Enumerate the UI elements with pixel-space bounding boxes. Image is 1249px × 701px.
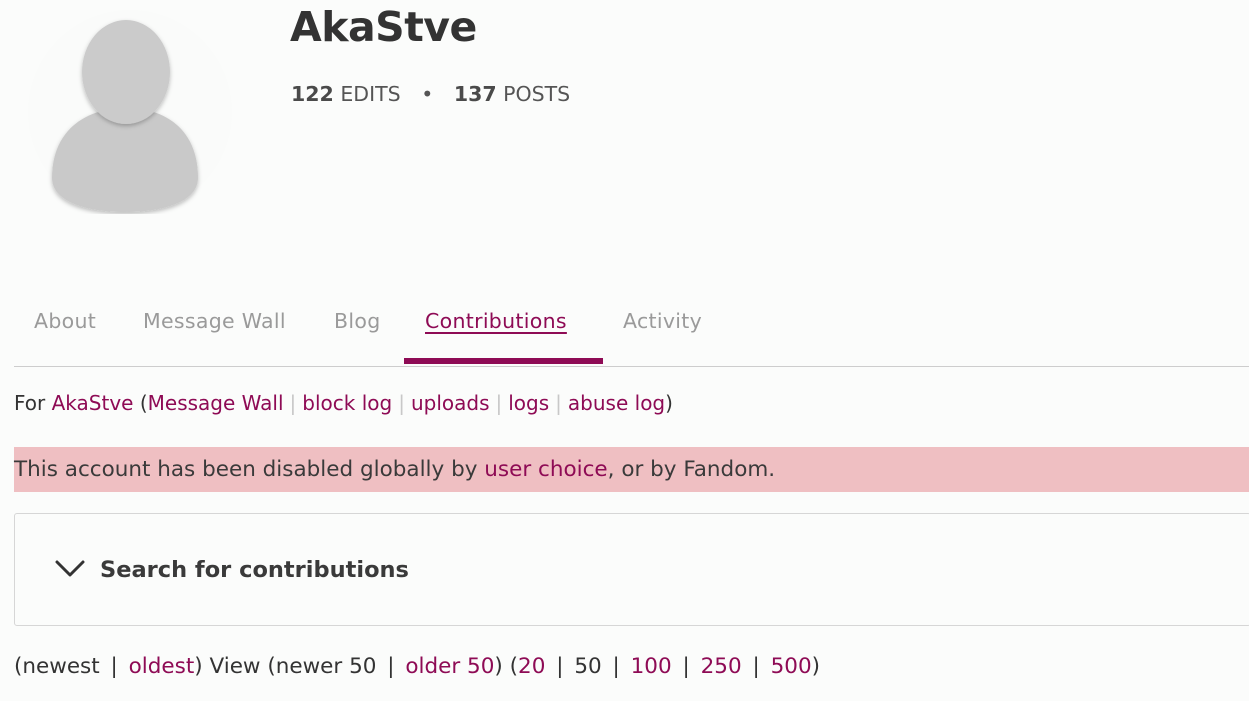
paren-close: ): [665, 391, 673, 415]
page-title: AkaStve: [290, 3, 477, 51]
profile-stats: 122 EDITS • 137 POSTS: [291, 82, 570, 106]
separator: |: [612, 654, 620, 679]
for-prefix: For: [14, 391, 52, 415]
message-wall-link[interactable]: Message Wall: [148, 391, 284, 415]
separator: |: [495, 391, 503, 415]
user-link[interactable]: AkaStve: [52, 391, 134, 415]
abuse-log-link[interactable]: abuse log: [568, 391, 665, 415]
limit-100-link[interactable]: 100: [631, 654, 672, 679]
default-avatar-icon: [52, 20, 198, 212]
separator: |: [752, 654, 760, 679]
paren-close: ): [811, 654, 821, 679]
logs-link[interactable]: logs: [508, 391, 549, 415]
paren-open: (: [133, 391, 148, 415]
banner-text: This account has been disabled globally …: [14, 457, 485, 482]
limit-250-link[interactable]: 250: [701, 654, 742, 679]
user-choice-link[interactable]: user choice: [484, 457, 607, 482]
newest-text: (newest: [14, 654, 107, 679]
chevron-down-icon[interactable]: [55, 558, 85, 578]
block-log-link[interactable]: block log: [302, 391, 392, 415]
edits-label: EDITS: [340, 82, 401, 106]
tab-activity[interactable]: Activity: [623, 309, 702, 333]
tab-message-wall[interactable]: Message Wall: [143, 309, 286, 333]
account-disabled-banner: This account has been disabled globally …: [14, 447, 1249, 492]
separator: |: [398, 391, 405, 415]
search-contributions-title[interactable]: Search for contributions: [100, 557, 409, 583]
separator: |: [110, 654, 118, 679]
separator: |: [556, 654, 564, 679]
older-50-link[interactable]: older 50: [405, 654, 494, 679]
limit-500-link[interactable]: 500: [771, 654, 812, 679]
view-text: ) View (newer 50: [194, 654, 384, 679]
limit-20-link[interactable]: 20: [518, 654, 545, 679]
paren-text: ) (: [494, 654, 519, 679]
pagination: (newest | oldest) View (newer 50 | older…: [14, 654, 820, 679]
posts-label: POSTS: [503, 82, 571, 106]
separator: |: [289, 391, 297, 415]
separator: |: [387, 654, 395, 679]
limit-50-current: 50: [574, 654, 602, 679]
stats-bullet: •: [421, 82, 434, 106]
active-tab-indicator: [404, 358, 603, 364]
tab-about[interactable]: About: [34, 309, 96, 333]
uploads-link[interactable]: uploads: [411, 391, 490, 415]
oldest-link[interactable]: oldest: [129, 654, 195, 679]
contributions-for-line: For AkaStve (Message Wall | block log | uplo…: [14, 391, 673, 415]
profile-tabs: About Message Wall Blog Contributions Ac…: [14, 296, 1249, 367]
banner-text-end: , or by Fandom.: [607, 457, 776, 482]
posts-count: 137: [453, 82, 497, 106]
tab-contributions[interactable]: Contributions: [425, 309, 567, 333]
edits-count: 122: [291, 82, 334, 106]
avatar: [28, 10, 232, 214]
tab-blog[interactable]: Blog: [334, 309, 381, 333]
separator: |: [555, 391, 562, 415]
search-contributions-panel[interactable]: Search for contributions: [14, 513, 1249, 626]
separator: |: [682, 654, 690, 679]
